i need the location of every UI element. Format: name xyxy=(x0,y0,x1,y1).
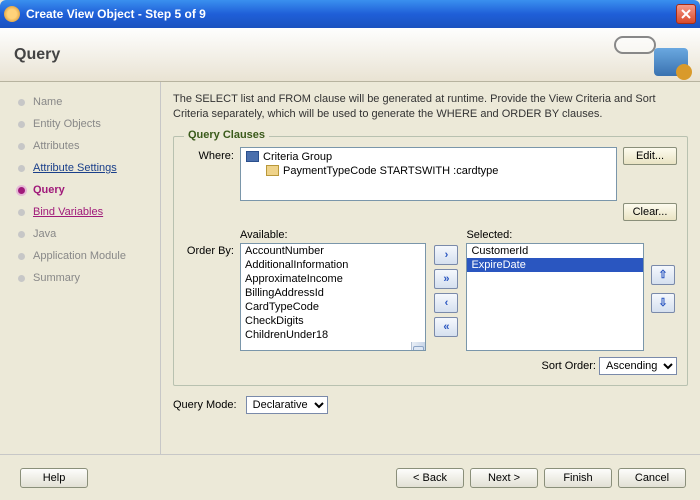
add-button[interactable]: › xyxy=(434,245,458,265)
nav-step-label: Query xyxy=(33,184,65,196)
nav-dot-icon xyxy=(18,231,25,238)
cancel-button[interactable]: Cancel xyxy=(618,468,686,488)
glasses-icon xyxy=(614,36,656,54)
double-chevron-left-icon: « xyxy=(443,321,449,333)
nav-step-3[interactable]: Attribute Settings xyxy=(18,162,150,174)
next-button[interactable]: Next > xyxy=(470,468,538,488)
where-label: Where: xyxy=(184,147,234,162)
clear-button[interactable]: Clear... xyxy=(623,203,677,221)
nav-step-label: Java xyxy=(33,228,56,240)
sort-order-select[interactable]: Ascending xyxy=(599,357,677,375)
nav-step-6: Java xyxy=(18,228,150,240)
list-item[interactable]: CustomerId xyxy=(467,244,643,258)
selected-label: Selected: xyxy=(466,229,644,241)
list-item[interactable]: ExpireDate xyxy=(467,258,643,272)
nav-step-label: Bind Variables xyxy=(33,206,103,218)
window-title: Create View Object - Step 5 of 9 xyxy=(26,7,676,21)
tree-child[interactable]: PaymentTypeCode STARTSWITH :cardtype xyxy=(266,165,611,177)
fieldset-legend: Query Clauses xyxy=(184,129,269,141)
tree-root[interactable]: Criteria Group xyxy=(246,151,611,163)
back-button[interactable]: < Back xyxy=(396,468,464,488)
list-item[interactable]: CardTypeCode xyxy=(241,300,425,314)
criteria-group-icon xyxy=(246,151,259,162)
double-chevron-right-icon: » xyxy=(443,273,449,285)
nav-dot-icon xyxy=(18,121,25,128)
wizard-nav: Name Entity Objects Attributes Attribute Se… xyxy=(0,82,160,454)
nav-step-1: Entity Objects xyxy=(18,118,150,130)
scrollbar[interactable] xyxy=(411,342,425,351)
list-item[interactable]: BillingAddressId xyxy=(241,286,425,300)
query-clauses-group: Query Clauses Where: Criteria Group Paym… xyxy=(173,136,688,386)
page-title: Query xyxy=(14,46,60,64)
orderby-label: Order By: xyxy=(184,229,234,351)
nav-step-5[interactable]: Bind Variables xyxy=(18,206,150,218)
nav-dot-icon xyxy=(18,209,25,216)
nav-step-2: Attributes xyxy=(18,140,150,152)
chevron-right-icon: › xyxy=(445,249,449,261)
where-tree[interactable]: Criteria Group PaymentTypeCode STARTSWIT… xyxy=(240,147,617,201)
remove-button[interactable]: ‹ xyxy=(434,293,458,313)
chevron-left-icon: ‹ xyxy=(445,297,449,309)
titlebar: Create View Object - Step 5 of 9 xyxy=(0,0,700,28)
nav-dot-icon xyxy=(18,187,25,194)
scroll-thumb[interactable] xyxy=(413,346,424,351)
nav-step-label: Name xyxy=(33,96,62,108)
nav-step-label: Application Module xyxy=(33,250,126,262)
nav-step-7: Application Module xyxy=(18,250,150,262)
gear-icon xyxy=(678,66,690,78)
query-mode-select[interactable]: Declarative xyxy=(246,396,328,414)
tree-root-label: Criteria Group xyxy=(263,151,332,163)
available-label: Available: xyxy=(240,229,426,241)
move-down-button[interactable]: ⇩ xyxy=(651,293,675,313)
list-item[interactable]: AdditionalInformation xyxy=(241,258,425,272)
list-item[interactable]: ChildrenUnder18 xyxy=(241,328,425,342)
edit-button[interactable]: Edit... xyxy=(623,147,677,165)
list-item[interactable]: ApproximateIncome xyxy=(241,272,425,286)
nav-step-label: Summary xyxy=(33,272,80,284)
nav-step-label: Attribute Settings xyxy=(33,162,117,174)
close-icon xyxy=(681,9,691,19)
footer: Help < Back Next > Finish Cancel xyxy=(0,454,700,500)
criteria-item-icon xyxy=(266,165,279,176)
help-button[interactable]: Help xyxy=(20,468,88,488)
list-item[interactable]: CheckDigits xyxy=(241,314,425,328)
sort-order-label: Sort Order: xyxy=(542,360,596,372)
intro-text: The SELECT list and FROM clause will be … xyxy=(173,92,688,122)
close-button[interactable] xyxy=(676,4,696,24)
available-list[interactable]: AccountNumberAdditionalInformationApprox… xyxy=(240,243,426,351)
nav-step-label: Attributes xyxy=(33,140,79,152)
nav-step-label: Entity Objects xyxy=(33,118,101,130)
nav-step-8: Summary xyxy=(18,272,150,284)
add-all-button[interactable]: » xyxy=(434,269,458,289)
nav-step-4: Query xyxy=(18,184,150,196)
nav-dot-icon xyxy=(18,165,25,172)
list-item[interactable]: AccountNumber xyxy=(241,244,425,258)
nav-step-0: Name xyxy=(18,96,150,108)
app-icon xyxy=(4,6,20,22)
query-mode-label: Query Mode: xyxy=(173,399,237,411)
nav-dot-icon xyxy=(18,253,25,260)
arrow-up-icon: ⇧ xyxy=(658,268,667,281)
arrow-down-icon: ⇩ xyxy=(658,296,667,309)
nav-dot-icon xyxy=(18,275,25,282)
nav-dot-icon xyxy=(18,99,25,106)
selected-list[interactable]: CustomerIdExpireDate xyxy=(466,243,644,351)
nav-dot-icon xyxy=(18,143,25,150)
header-band: Query xyxy=(0,28,700,82)
finish-button[interactable]: Finish xyxy=(544,468,612,488)
tree-child-label: PaymentTypeCode STARTSWITH :cardtype xyxy=(283,165,498,177)
header-graphic xyxy=(608,34,688,76)
content-panel: The SELECT list and FROM clause will be … xyxy=(160,82,700,454)
move-up-button[interactable]: ⇧ xyxy=(651,265,675,285)
remove-all-button[interactable]: « xyxy=(434,317,458,337)
